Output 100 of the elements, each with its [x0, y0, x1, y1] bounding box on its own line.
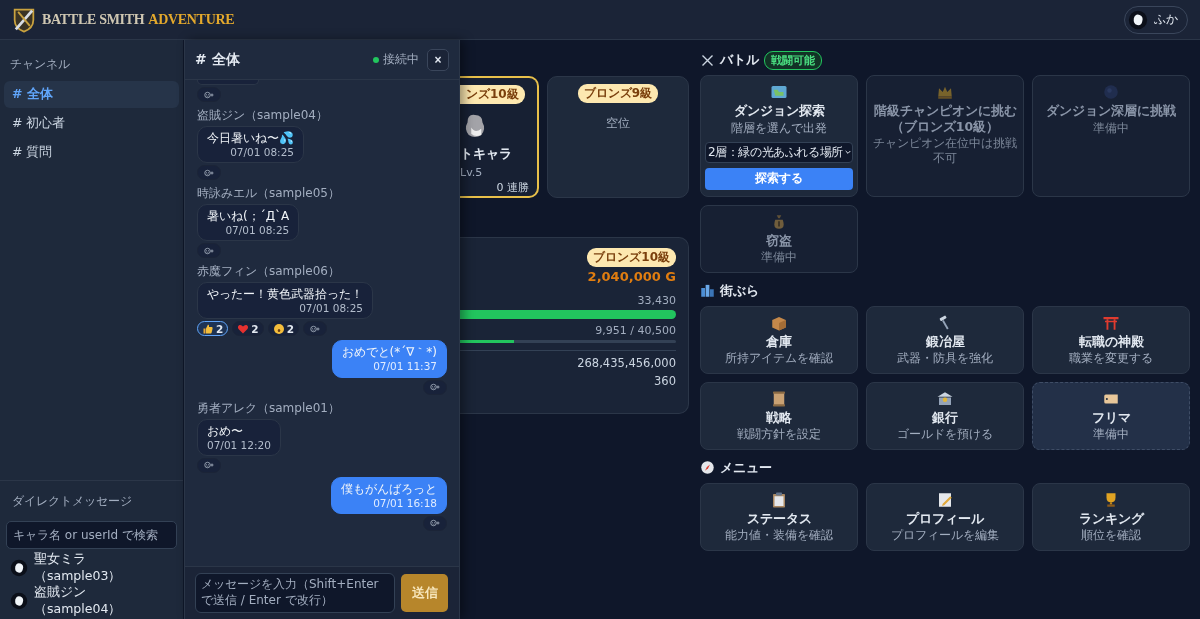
crossed-swords-icon: [700, 52, 715, 68]
logo-text: BATTLE SMITH: [42, 11, 145, 28]
channel-item[interactable]: # 全体: [4, 81, 179, 108]
message-text: やったー！黄色武器拾った！: [207, 287, 363, 303]
feature-card[interactable]: プロフィール プロフィールを編集: [866, 482, 1024, 551]
message-time: 07/01 08:25: [225, 224, 290, 238]
character-name: トキャラ: [460, 146, 512, 163]
card-title: 戦略: [766, 409, 792, 426]
user-name[interactable]: 盗賊ジン（sample04）: [34, 584, 173, 618]
stat-value: 268,435,456,000: [577, 356, 676, 370]
section-title: バトル: [720, 51, 759, 69]
avatar-icon: [10, 592, 28, 610]
card-subtitle: ゴールドを預ける: [897, 427, 993, 443]
feature-card[interactable]: フリマ 準備中: [1032, 381, 1190, 450]
card-subtitle: 能力値・装備を確認: [725, 528, 833, 544]
card-subtitle: チャンピオン在位中は挑戦不可: [872, 136, 1018, 167]
card-subtitle: 準備中: [1093, 427, 1129, 443]
card-title: フリマ: [1091, 409, 1131, 426]
card-subtitle: 階層を選んで出発: [731, 120, 827, 136]
avatar-icon: [1128, 9, 1148, 30]
buildings-icon: [700, 283, 715, 299]
message-text: 暑いね(；´Д`A: [207, 209, 290, 225]
feature-card[interactable]: ランキング 順位を確認: [1032, 482, 1190, 551]
add-reaction-button[interactable]: [197, 165, 221, 181]
character-level: Lv.5: [460, 166, 483, 179]
status-text: 接続中: [383, 51, 419, 68]
card-title: 窃盗: [766, 232, 792, 249]
chat-title: # 全体: [195, 50, 241, 69]
orb-icon: [1102, 83, 1120, 101]
channel-item[interactable]: # 初心者: [4, 110, 179, 137]
card-subtitle: プロフィールを編集: [891, 528, 999, 544]
win-streak: 0 連勝: [496, 180, 529, 195]
add-reaction-button[interactable]: [197, 87, 221, 102]
vacant-text: 空位: [606, 115, 630, 132]
message-time: 07/01 11:37: [373, 360, 437, 374]
message-text: おめでと(*´∇｀*): [341, 345, 437, 361]
reaction-button[interactable]: 2: [232, 321, 264, 337]
add-reaction-button[interactable]: [423, 515, 447, 531]
card-title: 倉庫: [766, 333, 792, 350]
section-title: メニュー: [720, 458, 772, 477]
clipboard-icon: [770, 490, 788, 509]
user-name[interactable]: 聖女ミラ（sample03）: [34, 551, 173, 585]
message-author: 盗賊ジン（sample04）: [197, 107, 328, 124]
message-time: 07/01 08:25: [230, 146, 294, 160]
section-label: チャンネル: [9, 56, 71, 73]
card-subtitle: 準備中: [1093, 120, 1129, 136]
section-label: ダイレクトメッセージ: [11, 493, 133, 510]
card-title: プロフィール: [906, 510, 984, 527]
message-text: おめ〜: [207, 423, 244, 439]
floor-select[interactable]: 2層：緑の光あふれる場所: [705, 141, 853, 163]
add-reaction-button[interactable]: [197, 243, 221, 259]
feature-card[interactable]: 倉庫 所持アイテムを確認: [700, 305, 858, 374]
thumbs-up-icon: [202, 322, 214, 335]
scroll-icon: [770, 389, 788, 408]
map-icon: [770, 83, 788, 101]
close-button[interactable]: ×: [427, 48, 449, 71]
message-author: 時詠みエル（sample05）: [197, 185, 340, 203]
bar-reading: 33,430: [637, 294, 676, 307]
message-author: 勇者アレク（sample01）: [197, 399, 340, 417]
feature-card[interactable]: 鍛冶屋 武器・防具を強化: [866, 305, 1024, 374]
card-subtitle: 職業を変更する: [1069, 351, 1153, 367]
card-subtitle: 準備中: [761, 250, 797, 266]
memo-icon: [936, 490, 954, 509]
add-reaction-button[interactable]: [302, 321, 327, 337]
logo-text: ADVENTURE: [148, 11, 235, 28]
feature-card[interactable]: ステータス 能力値・装備を確認: [700, 482, 858, 551]
explore-button[interactable]: 探索する: [705, 167, 853, 190]
surprised-face-icon: [272, 322, 285, 335]
card-subtitle: 順位を確認: [1081, 528, 1141, 544]
money-amount: 2,040,000 G: [587, 269, 676, 284]
feature-card[interactable]: ダンジョン探索 階層を選んで出発 2層：緑の光あふれる場所 探索する: [700, 75, 858, 197]
search-field[interactable]: キャラ名 or userId で検索: [6, 521, 177, 549]
message-author: 赤魔フィン（sample06）: [197, 263, 340, 281]
channel-item[interactable]: # 質問: [4, 139, 179, 166]
message-text: 僕もがんばろっと: [341, 481, 437, 497]
section-title: 街ぶら: [720, 281, 759, 300]
add-reaction-button[interactable]: [423, 379, 447, 395]
card-title: ダンジョン深層に挑戦: [1046, 103, 1176, 119]
card-subtitle: 戦闘方針を設定: [737, 427, 821, 443]
bar-reading: 9,951 / 40,500: [595, 324, 676, 337]
reaction-button[interactable]: 2: [267, 321, 299, 337]
card-title: 階級チャンピオンに挑む（ブロンズ10級）: [872, 103, 1018, 135]
reaction-button[interactable]: 2: [197, 321, 229, 337]
rank-badge: ブロンズ10級: [587, 248, 676, 267]
message-time: 07/01 12:20: [207, 438, 271, 452]
card-title: 転職の神殿: [1078, 333, 1144, 350]
feature-card[interactable]: 銀行 ゴールドを預ける: [866, 381, 1024, 450]
avatar-icon: [10, 559, 28, 577]
feature-card[interactable]: 転職の神殿 職業を変更する: [1032, 305, 1190, 374]
status-badge: 戦闘可能: [764, 50, 822, 70]
user-menu-button[interactable]: ふか: [1124, 5, 1188, 34]
card-title: 銀行: [932, 409, 958, 426]
heart-icon: [237, 322, 250, 335]
message-time: 07/01 16:18: [373, 496, 437, 510]
compass-icon: [700, 460, 715, 476]
message-time: 07/01 08:25: [299, 302, 363, 316]
add-reaction-button[interactable]: [197, 457, 221, 473]
feature-card[interactable]: 戦略 戦闘方針を設定: [700, 381, 858, 450]
card-subtitle: 武器・防具を強化: [897, 351, 993, 367]
message-input[interactable]: メッセージを入力（Shift+Enter で送信 / Enter で改行）: [195, 573, 395, 613]
